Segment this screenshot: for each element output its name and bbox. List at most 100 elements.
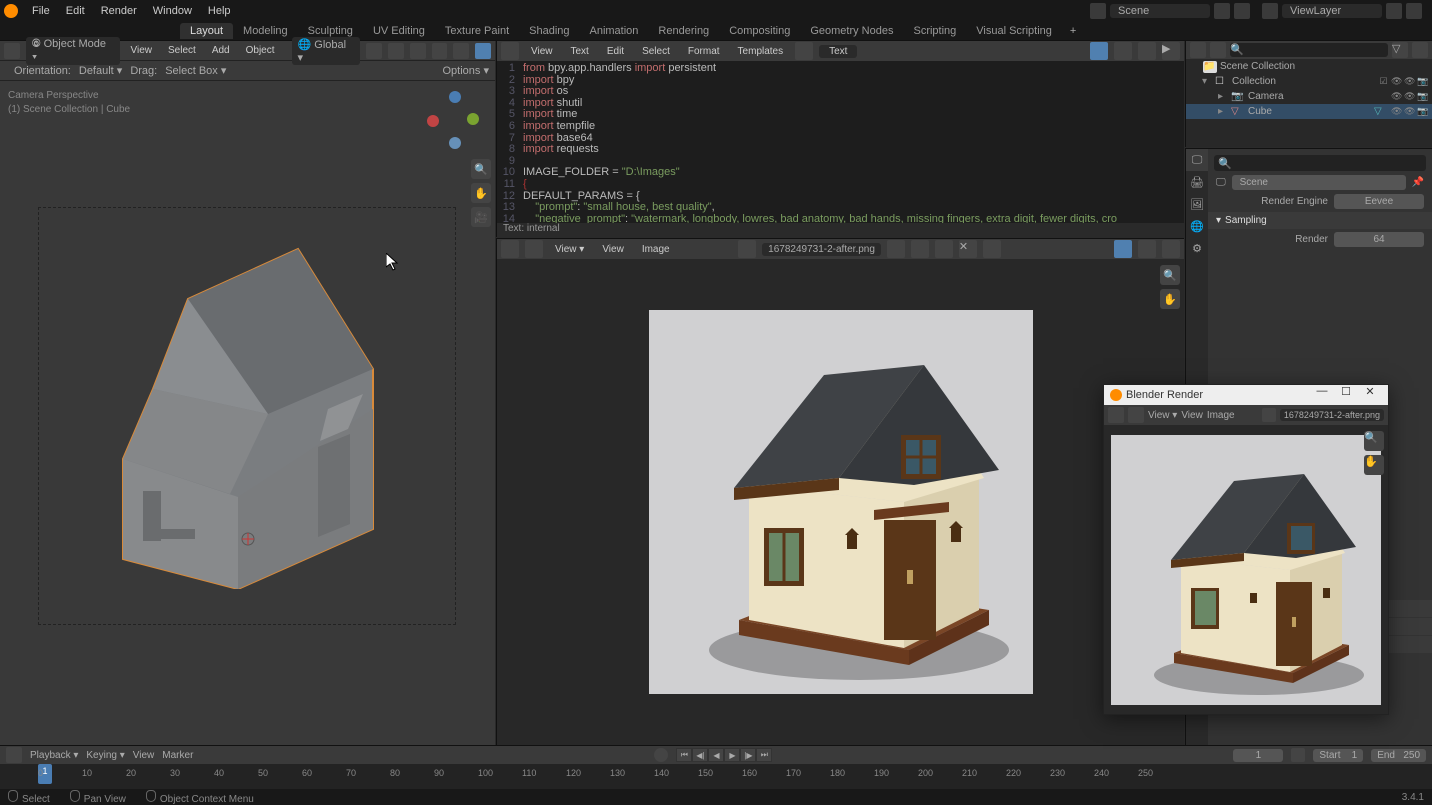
save-icon[interactable]	[1138, 42, 1156, 60]
ie-open-icon[interactable]	[911, 240, 929, 258]
menu-help[interactable]: Help	[200, 3, 239, 19]
shading-toggle-icon[interactable]	[453, 43, 469, 59]
sampling-panel[interactable]: ▾ Sampling	[1208, 212, 1432, 229]
rw-menu-view[interactable]: View	[1181, 410, 1203, 421]
te-menu-edit[interactable]: Edit	[601, 45, 630, 58]
timeline[interactable]: Playback ▾ Keying ▾ View Marker ⏮ ◀| ◀ ▶…	[0, 745, 1432, 789]
shading-solid-icon[interactable]	[475, 43, 491, 59]
preview-range-icon[interactable]	[1291, 748, 1305, 762]
display-mode-icon[interactable]	[1210, 42, 1226, 58]
properties-search[interactable]: 🔍	[1214, 155, 1426, 171]
workspace-tab-geometry-nodes[interactable]: Geometry Nodes	[800, 23, 903, 39]
outliner-item-cube[interactable]: ▸▽Cube▽👁👁📷	[1186, 104, 1432, 119]
text-editor[interactable]: View Text Edit Select Format Templates T…	[496, 41, 1184, 237]
outliner-item-camera[interactable]: ▸📷Camera👁👁📷	[1186, 89, 1432, 104]
open-file-icon[interactable]	[1114, 42, 1132, 60]
play-rev-button[interactable]: ◀	[708, 748, 724, 762]
workspace-tab-uv-editing[interactable]: UV Editing	[363, 23, 435, 39]
current-frame-field[interactable]: 1	[1233, 749, 1283, 762]
workspace-tab-texture-paint[interactable]: Texture Paint	[435, 23, 519, 39]
3d-house-model[interactable]	[88, 229, 398, 589]
outliner[interactable]: 🔍 ▽ 📁Scene Collection ▾☐Collection☑👁👁📷 ▸…	[1185, 41, 1432, 147]
text-datablock-icon[interactable]	[795, 42, 813, 60]
prop-tab-scene[interactable]: 🌐	[1186, 215, 1208, 237]
filter-icon[interactable]: ▽	[1392, 42, 1408, 58]
ie-view-dropdown[interactable]: View ▾	[549, 243, 590, 256]
code-line[interactable]: 8import requests	[497, 144, 1184, 156]
mode-dropdown[interactable]: 🞋 Object Mode ▾	[26, 37, 120, 65]
code-line[interactable]: 1from bpy.app.handlers import persistent	[497, 63, 1184, 75]
text-name-field[interactable]: Text	[819, 45, 857, 58]
window-close-button[interactable]: ✕	[1358, 385, 1382, 405]
xray-icon[interactable]	[432, 43, 448, 59]
image-datablock-icon[interactable]	[738, 240, 756, 258]
zoom-icon[interactable]: 🔍	[1160, 265, 1180, 285]
window-minimize-button[interactable]: —	[1310, 385, 1334, 405]
options-dropdown[interactable]: Options ▾	[443, 64, 490, 77]
code-line[interactable]: 7import base64	[497, 133, 1184, 145]
code-line[interactable]: 6import tempfile	[497, 121, 1184, 133]
ie-link-icon[interactable]	[887, 240, 905, 258]
code-line[interactable]: 11{	[497, 179, 1184, 191]
workspace-tab-compositing[interactable]: Compositing	[719, 23, 800, 39]
image-name-field[interactable]: 1678249731-2-after.png	[762, 243, 881, 256]
tl-keying-menu[interactable]: Keying ▾	[86, 750, 124, 761]
workspace-tab-visual-scripting[interactable]: Visual Scripting	[966, 23, 1062, 39]
move-view-icon[interactable]: ✋	[1364, 455, 1384, 475]
viewlayer-del-icon[interactable]	[1406, 3, 1422, 19]
ie-mode-icon[interactable]	[525, 240, 543, 258]
viewlayer-name-field[interactable]: ViewLayer	[1282, 4, 1382, 18]
ie-menu-view[interactable]: View	[596, 243, 630, 256]
keyframe-prev-button[interactable]: ◀|	[692, 748, 708, 762]
zoom-icon[interactable]: 🔍	[1364, 431, 1384, 451]
keyframe-next-button[interactable]: |▶	[740, 748, 756, 762]
new-collection-icon[interactable]	[1412, 42, 1428, 58]
zoom-icon[interactable]: 🔍	[471, 159, 491, 179]
jump-end-button[interactable]: ⏭	[756, 748, 772, 762]
editor-type-icon[interactable]	[1108, 407, 1124, 423]
code-line[interactable]: 4import shutil	[497, 98, 1184, 110]
code-line[interactable]: 3import os	[497, 86, 1184, 98]
transform-orientation[interactable]: 🌐 Global ▾	[292, 37, 361, 65]
highlight-icon[interactable]	[1090, 42, 1108, 60]
ie-unlink-icon[interactable]: ✕	[959, 240, 977, 258]
workspace-tab-modeling[interactable]: Modeling	[233, 23, 298, 39]
proportional-icon[interactable]	[388, 43, 404, 59]
code-line[interactable]: 10IMAGE_FOLDER = "D:\Images"	[497, 167, 1184, 179]
autokey-icon[interactable]	[654, 748, 668, 762]
te-menu-view[interactable]: View	[525, 45, 559, 58]
image-editor[interactable]: View ▾ View Image 1678249731-2-after.png…	[496, 238, 1184, 745]
rw-view-dropdown[interactable]: View ▾	[1148, 410, 1177, 421]
workspace-tab-scripting[interactable]: Scripting	[903, 23, 966, 39]
window-maximize-button[interactable]: ☐	[1334, 385, 1358, 405]
timeline-track[interactable]: 1 01020304050607080901001101201301401501…	[0, 764, 1432, 790]
outliner-scene-collection[interactable]: 📁Scene Collection	[1186, 59, 1432, 74]
navigation-gizmo[interactable]	[423, 87, 487, 151]
run-script-icon[interactable]: ▶	[1162, 42, 1180, 60]
ie-overlay-icon[interactable]	[1162, 240, 1180, 258]
move-view-icon[interactable]: ✋	[1160, 289, 1180, 309]
tl-view-menu[interactable]: View	[133, 750, 155, 761]
render-window-titlebar[interactable]: Blender Render — ☐ ✕	[1104, 385, 1388, 405]
image-canvas[interactable]: 🔍 ✋	[497, 259, 1184, 745]
scene-new-icon[interactable]	[1214, 3, 1230, 19]
image-datablock-icon[interactable]	[1262, 408, 1276, 422]
code-content[interactable]: 1from bpy.app.handlers import persistent…	[497, 61, 1184, 223]
viewlayer-new-icon[interactable]	[1386, 3, 1402, 19]
te-menu-select[interactable]: Select	[636, 45, 676, 58]
ie-pin-icon[interactable]	[983, 240, 1001, 258]
outliner-collection[interactable]: ▾☐Collection☑👁👁📷	[1186, 74, 1432, 89]
menu-edit[interactable]: Edit	[58, 3, 93, 19]
prop-tab-output[interactable]: 🖨	[1186, 171, 1208, 193]
play-button[interactable]: ▶	[724, 748, 740, 762]
camera-view-icon[interactable]: 🎥	[471, 207, 491, 227]
tab-add-icon[interactable]: +	[1062, 23, 1084, 39]
drag-dropdown[interactable]: Select Box ▾	[165, 64, 226, 77]
workspace-tab-shading[interactable]: Shading	[519, 23, 579, 39]
rw-menu-image[interactable]: Image	[1207, 410, 1235, 421]
vp-menu-add[interactable]: Add	[207, 44, 235, 57]
workspace-tab-layout[interactable]: Layout	[180, 23, 233, 39]
code-line[interactable]: 2import bpy	[497, 75, 1184, 87]
orientation-dropdown[interactable]: Default ▾	[79, 64, 122, 77]
editor-type-icon[interactable]	[501, 240, 519, 258]
